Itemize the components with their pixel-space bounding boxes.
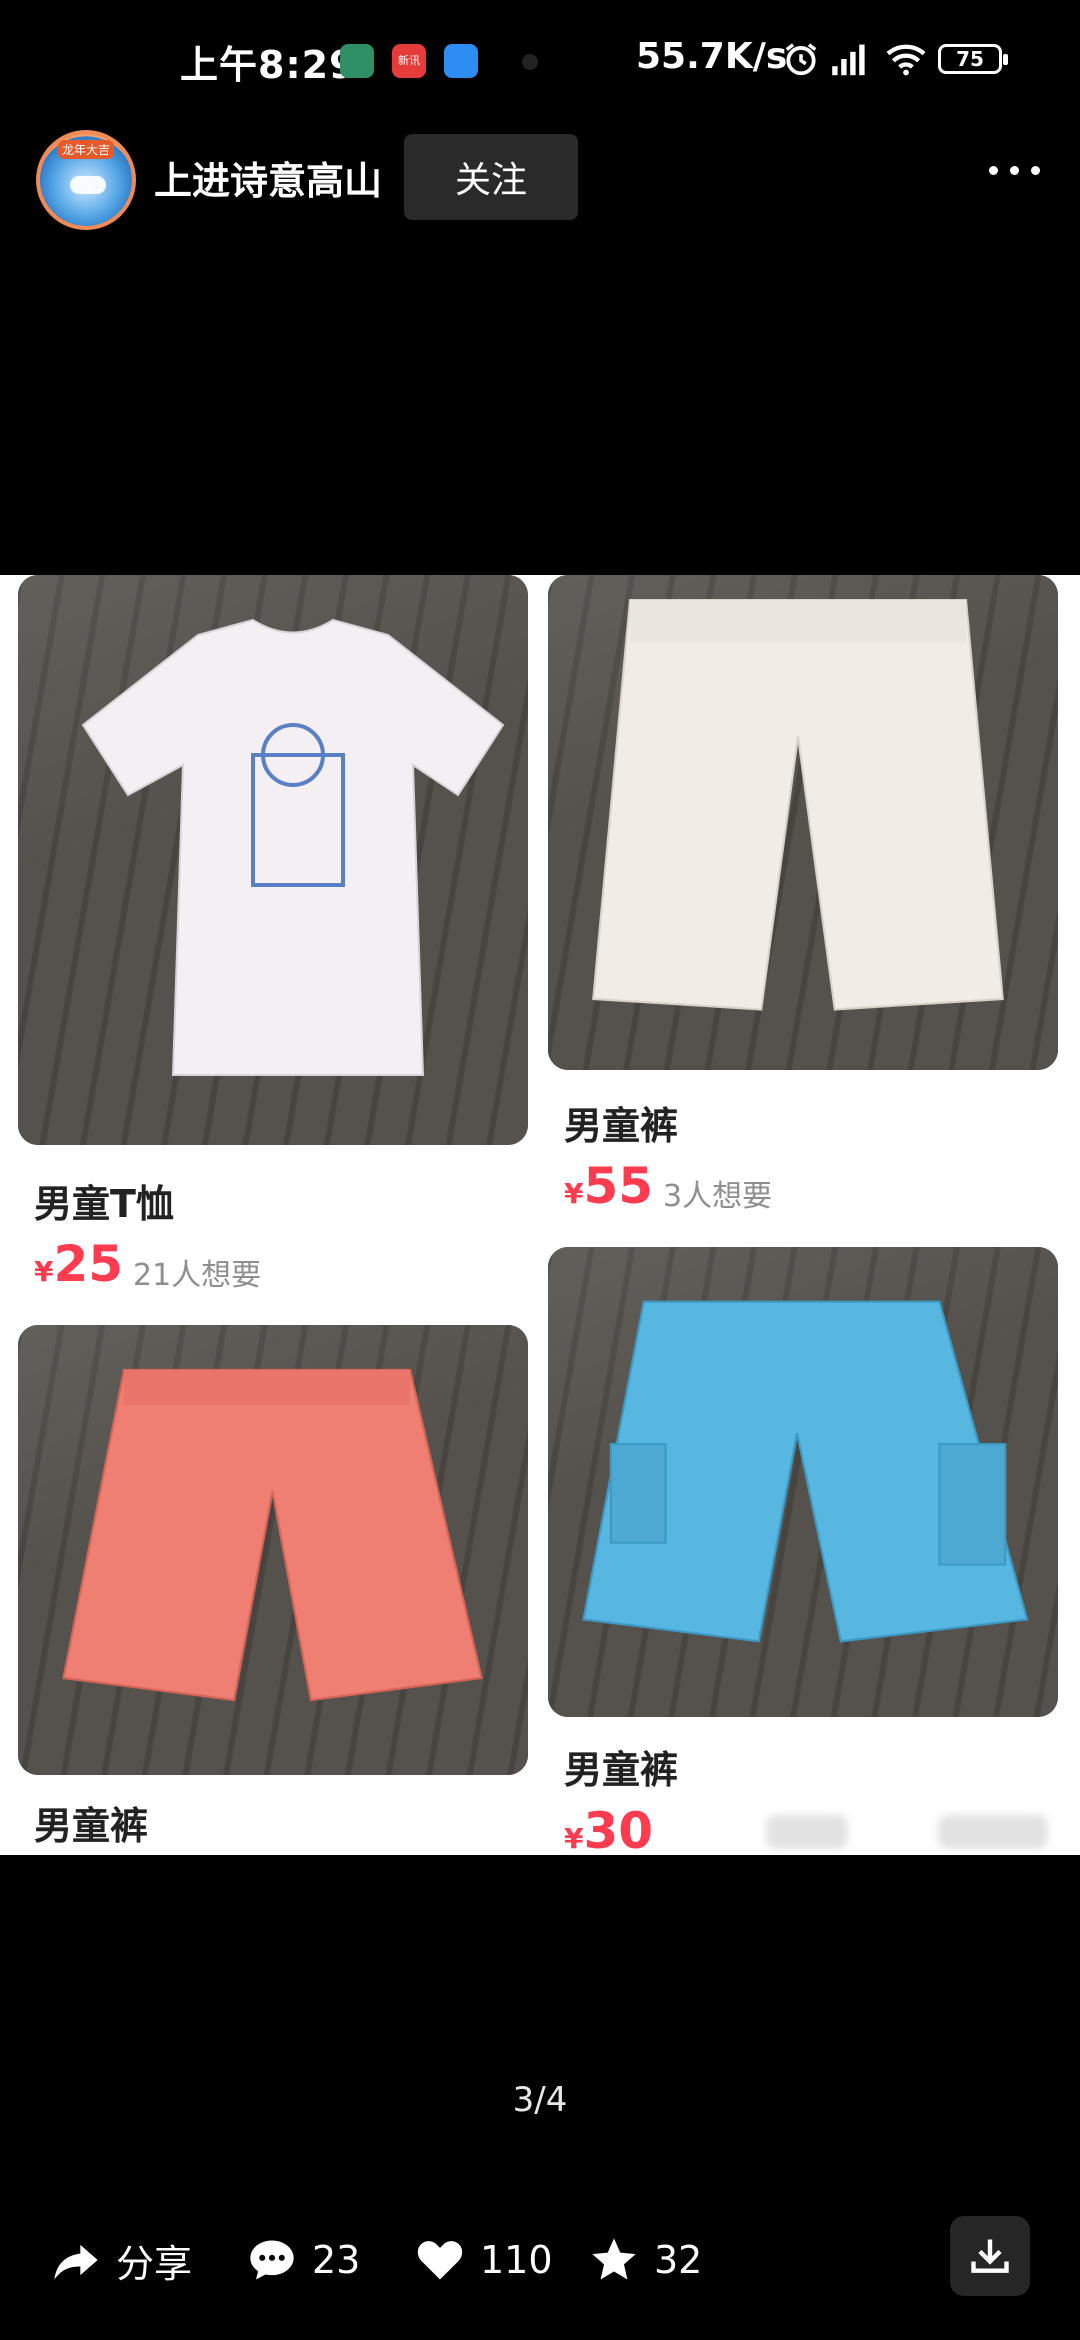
action-bar: 分享 23 110 32 — [0, 2200, 1080, 2340]
favorite-button[interactable]: 32 — [588, 2230, 702, 2290]
share-button[interactable]: 分享 — [50, 2230, 192, 2290]
listing-card: 男童裤 ¥30 — [548, 1247, 1058, 1855]
like-count: 110 — [480, 2238, 553, 2282]
shorts-image — [592, 598, 1004, 1011]
listing-card: 男童T恤 ¥25 21人想要 — [18, 575, 528, 1295]
comment-count: 23 — [312, 2238, 361, 2282]
comment-button[interactable]: 23 — [246, 2230, 360, 2290]
blurred-info — [938, 1815, 1048, 1849]
status-bar: 上午8:29 新讯 55.7K/s 75 — [0, 0, 1080, 120]
listing-title: 男童裤 — [34, 1804, 149, 1848]
favorite-icon — [592, 2238, 636, 2280]
shorts-image — [582, 1300, 1029, 1643]
shorts-image — [62, 1368, 483, 1702]
listing-price: ¥25 — [34, 1235, 124, 1293]
username[interactable]: 上进诗意高山 — [154, 150, 382, 205]
post-image[interactable]: 男童T恤 ¥25 21人想要 男童裤 ¥55 3人想要 男童裤 男童裤 ¥30 — [0, 575, 1080, 1855]
favorite-count: 32 — [654, 2238, 703, 2282]
wifi-icon — [886, 44, 926, 76]
listing-wants: 21人想要 — [133, 1258, 262, 1293]
follow-button[interactable]: 关注 — [404, 134, 578, 220]
chat-app-icon — [444, 44, 478, 78]
blurred-info — [766, 1815, 848, 1849]
listing-title: 男童裤 — [564, 1104, 679, 1148]
listing-wants: 3人想要 — [663, 1179, 773, 1214]
listing-photo — [18, 1325, 528, 1775]
tshirt-image — [81, 618, 505, 1076]
page-indicator: 3/4 — [512, 2080, 568, 2120]
listing-title: 男童T恤 — [34, 1182, 174, 1226]
listing-photo — [548, 575, 1058, 1070]
avatar-badge: 龙年大吉 — [58, 140, 115, 159]
comment-icon — [250, 2240, 294, 2280]
listing-photo — [548, 1247, 1058, 1717]
tshirt-shape — [81, 618, 505, 1076]
share-label: 分享 — [116, 2241, 193, 2286]
download-icon — [971, 2239, 1009, 2273]
listing-photo — [18, 575, 528, 1145]
download-button[interactable] — [950, 2216, 1030, 2296]
notification-dot-icon — [522, 54, 538, 70]
listing-price: ¥30 — [564, 1802, 654, 1855]
more-icon[interactable] — [979, 156, 1050, 185]
listing-card: 男童裤 ¥55 3人想要 — [548, 575, 1058, 1225]
listing-card: 男童裤 — [18, 1325, 528, 1855]
like-icon — [417, 2241, 463, 2280]
app-notification-icon — [340, 44, 374, 78]
avatar[interactable]: 龙年大吉 — [36, 130, 136, 230]
listing-title: 男童裤 — [564, 1748, 679, 1792]
cloud-icon — [70, 176, 106, 194]
like-button[interactable]: 110 — [414, 2230, 553, 2290]
post-header: 龙年大吉 上进诗意高山 关注 — [0, 120, 1080, 240]
signal-icon — [832, 44, 865, 76]
battery-indicator: 75 — [938, 44, 1008, 74]
news-app-icon: 新讯 — [392, 44, 426, 78]
network-speed: 55.7K/s — [636, 36, 788, 77]
status-time: 上午8:29 — [180, 43, 357, 87]
listing-price: ¥55 — [564, 1157, 654, 1215]
share-icon — [54, 2244, 98, 2280]
alarm-icon — [785, 43, 817, 76]
